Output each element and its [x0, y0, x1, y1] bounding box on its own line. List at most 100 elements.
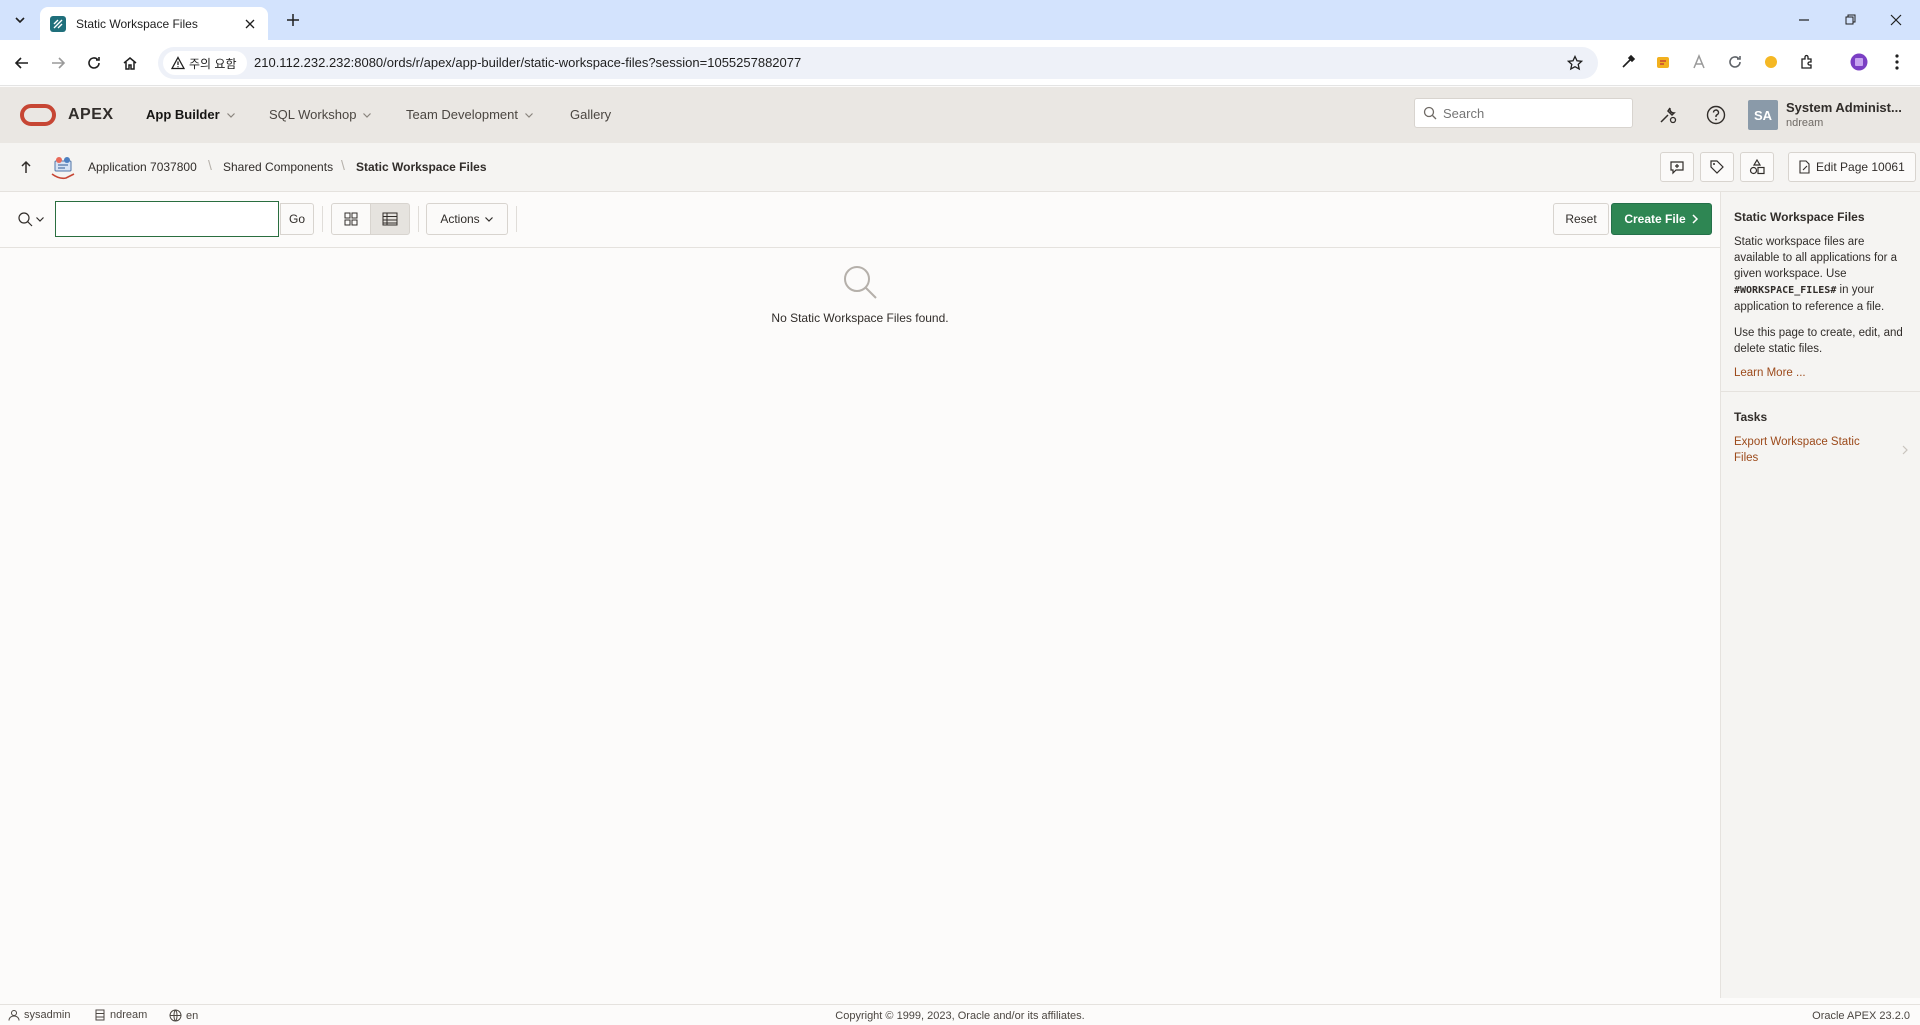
application-icon[interactable]: [48, 152, 78, 182]
workspace-files-token: #WORKSPACE_FILES#: [1734, 285, 1837, 296]
nav-gallery-label: Gallery: [570, 107, 612, 122]
sun-extension-icon[interactable]: [1760, 51, 1782, 73]
shortcuts-button[interactable]: [1700, 152, 1734, 182]
shapes-icon: [1749, 159, 1765, 175]
apex-brand[interactable]: APEX: [68, 106, 114, 124]
tag-icon: [1710, 160, 1724, 174]
sidebar-usage: Use this page to create, edit, and delet…: [1734, 327, 1903, 355]
reload-icon[interactable]: [82, 51, 106, 75]
window-restore-icon[interactable]: [1838, 8, 1862, 32]
comment-add-icon: [1670, 161, 1684, 175]
url-text: 210.112.232.232:8080/ords/r/apex/app-bui…: [254, 55, 802, 70]
search-icon: [18, 212, 33, 227]
chevron-down-icon: [484, 217, 493, 222]
chevron-down-icon: [363, 112, 372, 118]
nav-team-development-label: Team Development: [406, 107, 518, 122]
security-chip[interactable]: 주의 요함: [163, 51, 247, 75]
breadcrumb-separator: \: [341, 157, 345, 173]
bookmark-star-icon[interactable]: [1564, 52, 1586, 74]
apex-header: APEX App Builder SQL Workshop Team Devel…: [0, 87, 1920, 143]
nav-gallery[interactable]: Gallery: [570, 107, 611, 122]
chevron-down-icon: [36, 217, 44, 222]
user-name[interactable]: System Administ...: [1786, 100, 1916, 115]
empty-search-icon: [844, 266, 877, 299]
report-controls: Go Actions Reset Create File: [0, 192, 1720, 248]
create-file-button[interactable]: Create File: [1611, 203, 1712, 235]
sidebar-title: Static Workspace Files: [1734, 210, 1865, 224]
nav-sql-workshop-label: SQL Workshop: [269, 107, 357, 122]
refresh-extension-icon[interactable]: [1724, 51, 1746, 73]
task-label: Export Workspace Static Files: [1734, 436, 1860, 464]
new-tab-plus-icon[interactable]: [282, 9, 304, 31]
table-view-icon: [382, 212, 398, 226]
admin-tools-icon[interactable]: [1654, 101, 1682, 129]
browser-tab-title: Static Workspace Files: [76, 16, 198, 31]
go-button[interactable]: Go: [280, 203, 314, 235]
tab-search-chevron-icon[interactable]: [8, 8, 32, 32]
up-arrow-icon[interactable]: [16, 157, 36, 177]
window-close-icon[interactable]: [1884, 8, 1908, 32]
main-content: Go Actions Reset Create File No Static W…: [0, 192, 1720, 998]
feedback-button[interactable]: [1660, 152, 1694, 182]
learn-more-link[interactable]: Learn More ...: [1734, 367, 1908, 379]
header-search[interactable]: [1414, 98, 1633, 128]
tab-close-icon[interactable]: [242, 16, 258, 32]
profile-avatar-icon[interactable]: [1848, 51, 1870, 73]
chevron-right-icon: [1902, 445, 1908, 455]
breadcrumb-current: Static Workspace Files: [356, 160, 487, 174]
header-search-input[interactable]: [1443, 105, 1623, 121]
help-icon[interactable]: [1702, 101, 1730, 129]
window-minimize-icon[interactable]: [1792, 8, 1816, 32]
sidebar-description: Static workspace files are available to …: [1734, 234, 1908, 315]
puzzle-extensions-icon[interactable]: [1796, 51, 1818, 73]
chevron-right-icon: [1692, 214, 1698, 224]
grid-view-icon: [344, 212, 358, 226]
security-label: 주의 요함: [189, 56, 237, 71]
nav-app-builder[interactable]: App Builder: [146, 107, 236, 122]
divider: [322, 206, 323, 232]
back-arrow-icon[interactable]: [10, 51, 34, 75]
browser-tab[interactable]: Static Workspace Files: [40, 7, 268, 40]
font-extension-icon[interactable]: [1688, 51, 1710, 73]
notes-extension-icon[interactable]: [1652, 51, 1674, 73]
icon-view-button[interactable]: [331, 203, 371, 235]
reset-button[interactable]: Reset: [1553, 203, 1609, 235]
apex-favicon-icon: [50, 15, 66, 32]
forward-arrow-icon[interactable]: [46, 51, 70, 75]
oracle-logo-icon[interactable]: [20, 104, 56, 126]
user-workspace: ndream: [1786, 117, 1824, 129]
empty-state-message: No Static Workspace Files found.: [771, 311, 949, 325]
shared-components-button[interactable]: [1740, 152, 1774, 182]
sidebar-description-text: Static workspace files are available to …: [1734, 236, 1898, 280]
search-icon: [1423, 106, 1437, 120]
address-bar[interactable]: 주의 요함 210.112.232.232:8080/ords/r/apex/a…: [158, 47, 1598, 79]
browser-menu-icon[interactable]: [1886, 51, 1908, 73]
edit-page-icon: [1799, 160, 1810, 174]
task-export-workspace-static-files[interactable]: Export Workspace Static Files: [1734, 434, 1908, 466]
search-column-button[interactable]: [8, 203, 54, 235]
edit-page-label: Edit Page 10061: [1816, 160, 1905, 174]
create-file-label: Create File: [1624, 212, 1686, 226]
breadcrumb-separator: \: [208, 157, 212, 173]
report-view-button[interactable]: [370, 203, 410, 235]
nav-sql-workshop[interactable]: SQL Workshop: [269, 107, 372, 122]
help-sidebar: Static Workspace Files Static workspace …: [1720, 192, 1920, 998]
edit-page-button[interactable]: Edit Page 10061: [1788, 152, 1916, 182]
user-avatar[interactable]: SA: [1748, 100, 1778, 130]
breadcrumb-application[interactable]: Application 7037800: [88, 160, 197, 174]
nav-team-development[interactable]: Team Development: [406, 107, 534, 122]
divider: [516, 206, 517, 232]
chevron-down-icon: [525, 112, 533, 118]
divider: [418, 206, 419, 232]
eyedropper-extension-icon[interactable]: [1617, 51, 1639, 73]
home-icon[interactable]: [118, 51, 142, 75]
nav-app-builder-label: App Builder: [146, 107, 220, 122]
footer: sysadmin ndream en Copyright © 1999, 202…: [0, 1004, 1920, 1025]
actions-menu-button[interactable]: Actions: [426, 203, 508, 235]
warning-triangle-icon: [171, 56, 185, 70]
footer-version: Oracle APEX 23.2.0: [1812, 1010, 1910, 1022]
breadcrumb: Application 7037800 \ Shared Components …: [0, 143, 1920, 192]
breadcrumb-shared-components[interactable]: Shared Components: [223, 160, 333, 174]
footer-copyright: Copyright © 1999, 2023, Oracle and/or it…: [835, 1010, 1085, 1022]
report-search-input[interactable]: [55, 201, 279, 237]
